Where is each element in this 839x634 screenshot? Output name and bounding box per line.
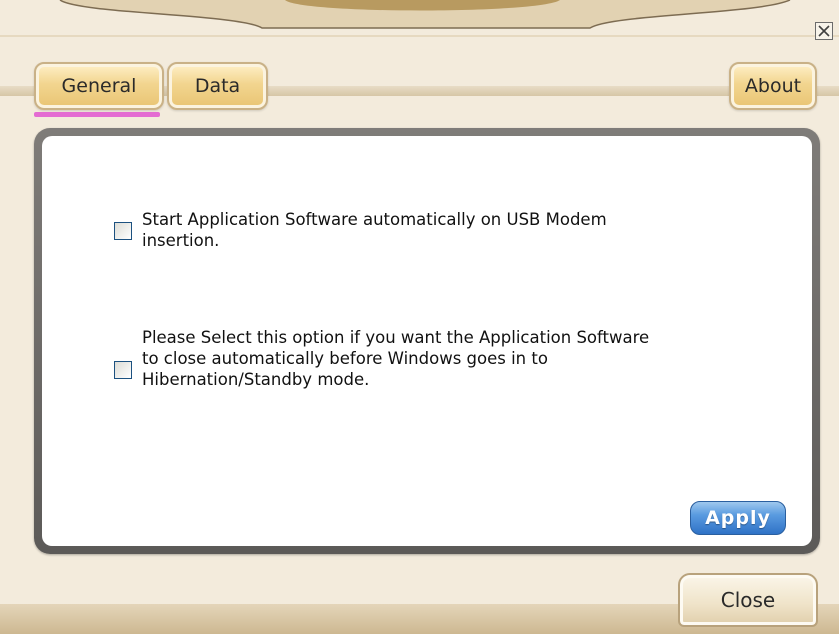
title-decoration <box>0 0 839 40</box>
tab-about[interactable]: About <box>729 62 817 110</box>
window-close-button[interactable] <box>815 22 833 40</box>
tab-data[interactable]: Data <box>167 62 268 110</box>
content-panel: Start Application Software automatically… <box>42 136 812 546</box>
tab-general[interactable]: General <box>34 62 164 110</box>
auto-close-checkbox[interactable] <box>114 361 132 379</box>
close-icon <box>818 25 830 37</box>
apply-button[interactable]: Apply <box>690 501 786 535</box>
close-button[interactable]: Close <box>678 573 818 627</box>
auto-close-label: Please Select this option if you want th… <box>142 328 650 389</box>
auto-start-label: Start Application Software automatically… <box>142 210 607 250</box>
auto-start-checkbox[interactable] <box>114 222 132 240</box>
content-panel-frame: Start Application Software automatically… <box>34 128 820 554</box>
settings-window: General Data About Start Application Sof… <box>0 0 839 634</box>
selected-tab-indicator <box>34 112 160 117</box>
